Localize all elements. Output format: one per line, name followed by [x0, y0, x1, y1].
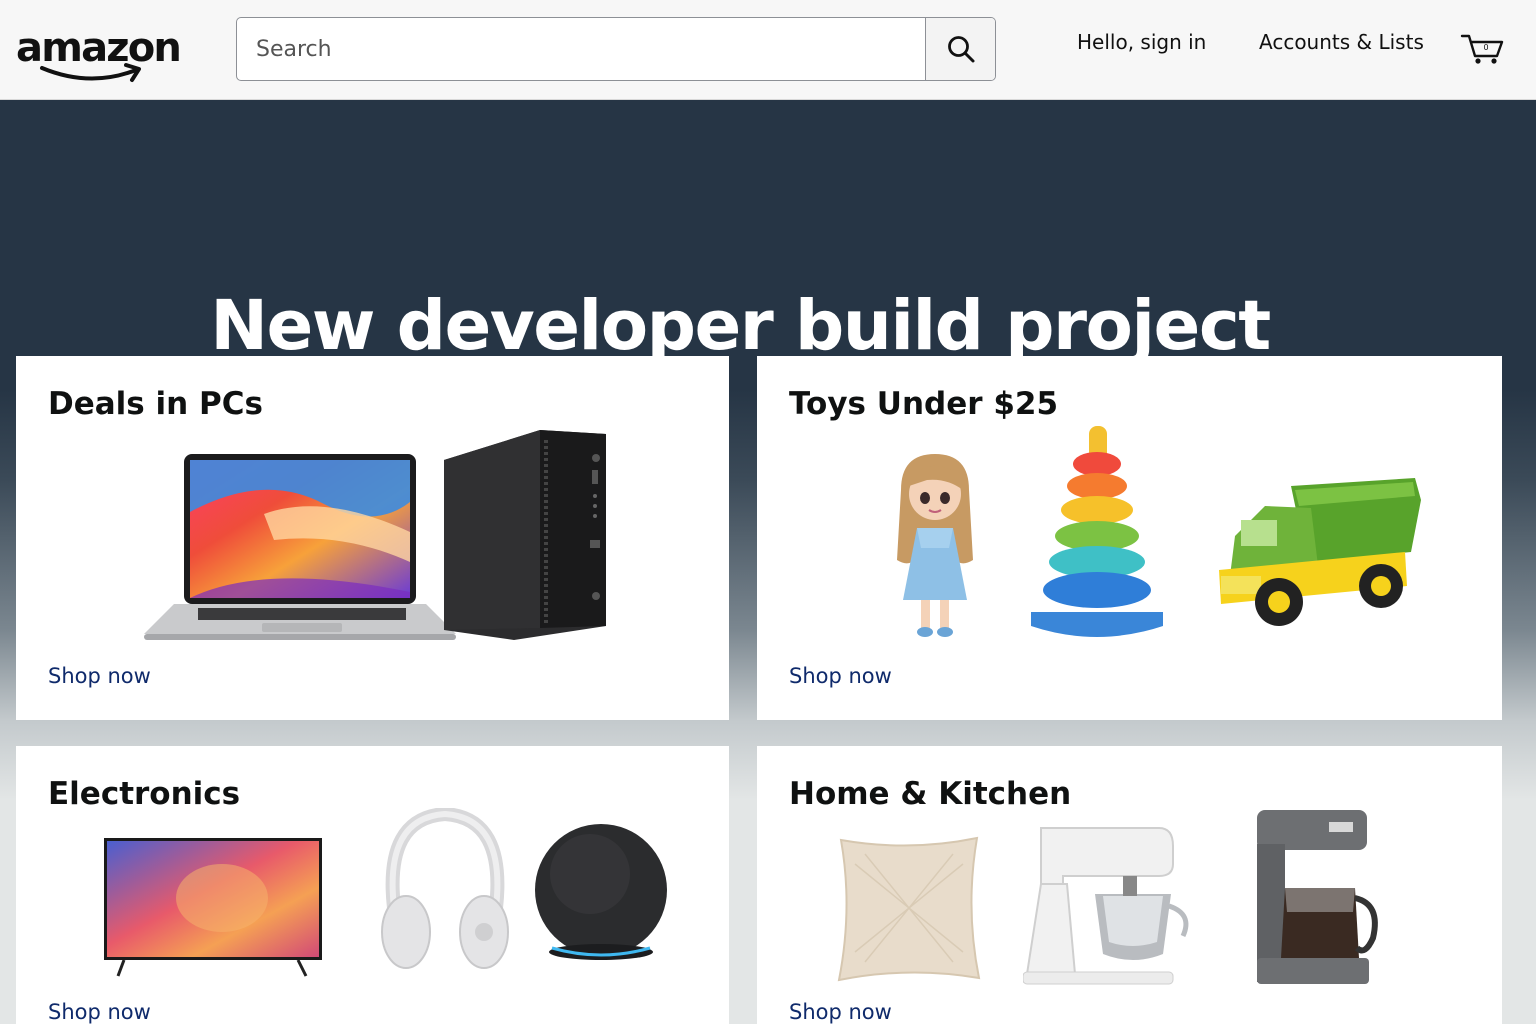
coffee-maker-image[interactable]: [1253, 808, 1387, 988]
desktop-tower-image[interactable]: [442, 430, 608, 642]
search-button[interactable]: [925, 18, 995, 80]
shop-now-link[interactable]: Shop now: [789, 664, 892, 688]
search-input[interactable]: [237, 18, 925, 80]
shop-now-link[interactable]: Shop now: [48, 1000, 151, 1024]
signin-link[interactable]: Hello, sign in: [1077, 30, 1206, 54]
card-electronics[interactable]: Electronics Shop now: [16, 746, 729, 1024]
search-icon: [947, 36, 974, 63]
throw-pillow-image[interactable]: [835, 834, 983, 982]
card-toys-under-25[interactable]: Toys Under $25 Shop now: [757, 356, 1502, 720]
card-title: Deals in PCs: [48, 386, 263, 422]
toy-truck-image[interactable]: [1215, 466, 1425, 636]
cart-button[interactable]: 0: [1460, 30, 1504, 66]
television-image[interactable]: [102, 836, 326, 978]
cart-count: 0: [1483, 43, 1488, 52]
shop-now-link[interactable]: Shop now: [48, 664, 151, 688]
card-title: Toys Under $25: [789, 386, 1059, 422]
accounts-lists-link[interactable]: Accounts & Lists: [1259, 30, 1424, 54]
card-title: Home & Kitchen: [789, 776, 1072, 812]
smile-arrow-icon: [40, 63, 141, 82]
headphones-image[interactable]: [380, 808, 510, 978]
shop-now-link[interactable]: Shop now: [789, 1000, 892, 1024]
card-deals-in-pcs[interactable]: Deals in PCs Shop now: [16, 356, 729, 720]
laptop-image[interactable]: [144, 452, 460, 648]
smart-speaker-image[interactable]: [530, 822, 672, 968]
card-home-kitchen[interactable]: Home & Kitchen Shop now: [757, 746, 1502, 1024]
card-title: Electronics: [48, 776, 241, 812]
stacking-rings-image[interactable]: [1027, 426, 1167, 644]
amazon-logo[interactable]: amazon: [16, 24, 186, 90]
top-navigation-bar: amazon Hello, sign in Accounts & Lists 0: [0, 0, 1536, 100]
hero-title: New developer build project: [210, 286, 1271, 366]
search-bar: [236, 17, 996, 81]
doll-image[interactable]: [887, 450, 983, 642]
stand-mixer-image[interactable]: [1023, 824, 1199, 988]
cart-icon: 0: [1460, 34, 1504, 64]
